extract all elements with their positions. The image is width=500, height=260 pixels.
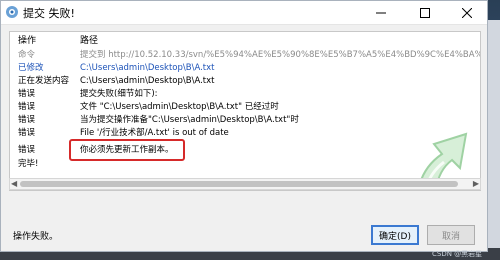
row-path: 提交失败(细节如下): <box>80 89 158 99</box>
maximize-button[interactable] <box>405 1 445 25</box>
row-path: 当为提交操作准备"C:\Users\admin\Desktop\B\A.txt"… <box>80 115 299 125</box>
title-bar[interactable]: 提交 失败! <box>1 1 487 25</box>
close-icon <box>462 8 472 18</box>
column-header-path[interactable]: 路径 <box>80 33 98 46</box>
minimize-button[interactable] <box>361 1 401 25</box>
row-action: 正在发送内容 <box>18 76 70 86</box>
row-path: 文件 "C:\Users\admin\Desktop\B\A.txt" 已经过时 <box>80 102 279 112</box>
scrollbar-thumb[interactable] <box>20 181 458 187</box>
scroll-right-icon[interactable]: ▶ <box>473 179 479 188</box>
list-row-command[interactable]: 命令 提交到 http://10.52.10.33/svn/%E5%94%AE%… <box>10 49 480 61</box>
row-action: 命令 <box>18 50 36 60</box>
list-row-modified[interactable]: 已修改 C:\Users\admin\Desktop\B\A.txt <box>10 62 480 74</box>
status-message: 操作失败。 <box>13 232 59 242</box>
horizontal-scrollbar[interactable]: ◀ ▶ <box>9 178 481 190</box>
list-row-error[interactable]: 错误 文件 "C:\Users\admin\Desktop\B\A.txt" 已… <box>10 101 480 113</box>
row-path: 提交到 http://10.52.10.33/svn/%E5%94%AE%E5%… <box>80 50 480 60</box>
cancel-button[interactable]: 取消 <box>427 225 475 245</box>
row-action: 错误 <box>18 115 36 125</box>
row-action: 已修改 <box>18 63 44 73</box>
list-header: 操作 路径 <box>10 32 480 46</box>
row-action: 完毕! <box>18 159 39 169</box>
list-row-sending[interactable]: 正在发送内容 C:\Users\admin\Desktop\B\A.txt <box>10 75 480 87</box>
commit-failed-dialog: 提交 失败! 操作 路径 命令 提交到 http://10.52.10.33/s… <box>0 0 488 252</box>
row-path: C:\Users\admin\Desktop\B\A.txt <box>80 76 215 86</box>
row-action: 错误 <box>18 128 36 138</box>
ok-button[interactable]: 确定(D) <box>371 225 419 245</box>
maximize-icon <box>420 8 430 18</box>
list-row-error[interactable]: 错误 提交失败(细节如下): <box>10 88 480 100</box>
background-window-edge <box>488 20 500 248</box>
row-action: 错误 <box>18 89 36 99</box>
column-header-action[interactable]: 操作 <box>18 33 36 46</box>
watermark: CSDN @黑岩星 <box>432 250 483 258</box>
close-button[interactable] <box>447 1 487 25</box>
minimize-icon <box>376 12 386 14</box>
row-action: 错误 <box>18 102 36 112</box>
error-highlight-box <box>69 139 185 161</box>
window-title: 提交 失败! <box>23 7 75 20</box>
result-list[interactable]: 操作 路径 命令 提交到 http://10.52.10.33/svn/%E5%… <box>9 31 481 191</box>
row-action: 错误 <box>18 145 36 155</box>
row-path: C:\Users\admin\Desktop\B\A.txt <box>80 63 215 73</box>
row-path: File '/行业技术部/A.txt' is out of date <box>80 128 229 138</box>
scroll-left-icon[interactable]: ◀ <box>11 179 17 188</box>
tortoise-svn-icon <box>6 6 18 18</box>
